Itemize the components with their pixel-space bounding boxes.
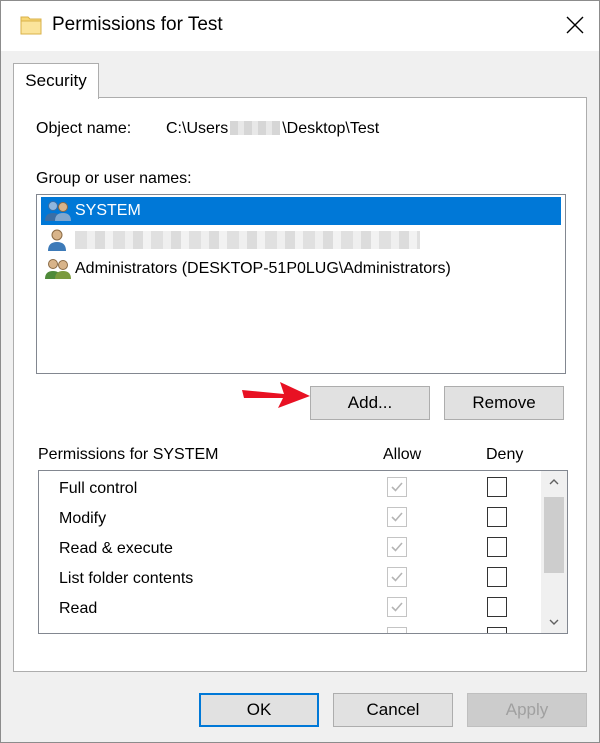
list-item-system[interactable]: SYSTEM <box>41 197 561 225</box>
deny-checkbox[interactable] <box>487 567 507 587</box>
check-icon <box>391 542 403 552</box>
redacted-username <box>230 121 281 135</box>
cancel-button[interactable]: Cancel <box>333 693 453 727</box>
chevron-up-icon <box>549 479 559 485</box>
check-icon <box>391 572 403 582</box>
list-item-label: Administrators (DESKTOP-51P0LUG\Administ… <box>75 260 451 277</box>
user-icon <box>48 229 66 251</box>
group-icon <box>45 259 71 279</box>
permission-row-read-execute: Read & execute <box>39 533 539 563</box>
allow-checkbox <box>387 627 407 633</box>
close-icon <box>566 16 584 34</box>
permission-row-modify: Modify <box>39 503 539 533</box>
group-icon <box>45 201 71 221</box>
list-item-user[interactable] <box>41 226 561 254</box>
permissions-header: Permissions for SYSTEM <box>38 446 219 463</box>
permission-name: List folder contents <box>59 570 194 587</box>
allow-checkbox <box>387 537 407 557</box>
scroll-thumb[interactable] <box>544 497 564 573</box>
tab-security[interactable]: Security <box>13 63 99 99</box>
object-name-value: C:\Users \Desktop\Test <box>166 120 379 138</box>
list-item-administrators[interactable]: Administrators (DESKTOP-51P0LUG\Administ… <box>41 255 561 283</box>
permission-row-list-folder-contents: List folder contents <box>39 563 539 593</box>
object-path-prefix: C:\Users <box>166 120 229 137</box>
redacted-user-name <box>75 231 420 249</box>
deny-checkbox[interactable] <box>487 597 507 617</box>
scroll-down-button[interactable] <box>541 611 567 633</box>
allow-checkbox <box>387 477 407 497</box>
permission-name: Read & execute <box>59 540 173 557</box>
scroll-up-button[interactable] <box>541 471 567 493</box>
deny-column-header: Deny <box>486 446 524 463</box>
allow-checkbox <box>387 507 407 527</box>
allow-column-header: Allow <box>383 446 422 463</box>
title-bar: Permissions for Test <box>1 1 599 51</box>
check-icon <box>391 602 403 612</box>
permissions-dialog: Permissions for Test Security Object nam… <box>0 0 600 743</box>
check-icon <box>391 482 403 492</box>
add-button[interactable]: Add... <box>310 386 430 420</box>
permission-row-full-control: Full control <box>39 473 539 503</box>
deny-checkbox[interactable] <box>487 507 507 527</box>
group-list-label: Group or user names: <box>36 170 192 187</box>
chevron-down-icon <box>549 619 559 625</box>
remove-button[interactable]: Remove <box>444 386 564 420</box>
apply-button[interactable]: Apply <box>467 693 587 727</box>
permission-name: Read <box>59 600 98 617</box>
ok-button[interactable]: OK <box>199 693 319 727</box>
object-path-suffix: \Desktop\Test <box>282 120 380 137</box>
folder-icon <box>20 16 42 35</box>
window-title: Permissions for Test <box>52 14 223 35</box>
vertical-scrollbar[interactable] <box>541 471 567 633</box>
deny-checkbox[interactable] <box>487 627 507 633</box>
list-item-label: SYSTEM <box>75 202 141 219</box>
permission-name: Modify <box>59 510 107 527</box>
check-icon <box>391 512 403 522</box>
permission-row-partial <box>39 623 539 633</box>
allow-checkbox <box>387 567 407 587</box>
close-button[interactable] <box>551 1 599 49</box>
permission-row-read: Read <box>39 593 539 623</box>
allow-checkbox <box>387 597 407 617</box>
permission-name: Full control <box>59 480 138 497</box>
object-name-label: Object name: <box>36 120 132 137</box>
permissions-list[interactable]: Full control Modify Read & execute List … <box>38 470 568 634</box>
red-arrow-icon <box>242 382 310 408</box>
security-panel: Object name: C:\Users \Desktop\Test Group… <box>13 97 587 672</box>
deny-checkbox[interactable] <box>487 537 507 557</box>
group-user-list[interactable]: SYSTEM Administrators (DESKTOP-51P0LUG\A… <box>36 194 566 374</box>
deny-checkbox[interactable] <box>487 477 507 497</box>
